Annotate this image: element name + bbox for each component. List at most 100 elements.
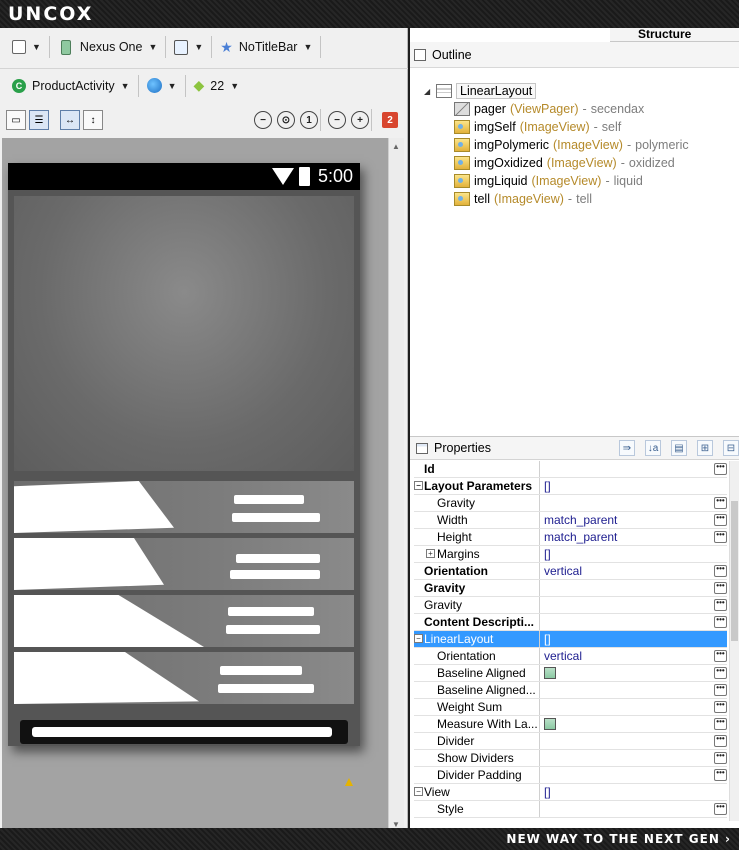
- property-row[interactable]: Divider •••: [414, 733, 727, 750]
- scroll-up-icon[interactable]: ▲: [392, 142, 400, 151]
- image-row-self[interactable]: [14, 481, 354, 533]
- image-row-liquid[interactable]: [14, 652, 354, 704]
- property-value-cell[interactable]: vertical •••: [540, 648, 727, 664]
- property-row[interactable]: Width match_parent •••: [414, 512, 727, 529]
- toggle-fill-height-button[interactable]: ↕: [83, 110, 103, 130]
- collapse-icon[interactable]: ◢: [424, 87, 432, 96]
- property-value-cell[interactable]: •••: [540, 665, 727, 681]
- image-row-oxidized[interactable]: [14, 595, 354, 647]
- layout-horizontal-button[interactable]: ▭: [6, 110, 26, 130]
- ellipsis-button[interactable]: •••: [714, 497, 727, 509]
- property-value-cell[interactable]: match_parent •••: [540, 512, 727, 528]
- property-value-cell[interactable]: []: [540, 478, 727, 494]
- ellipsis-button[interactable]: •••: [714, 514, 727, 526]
- ellipsis-button[interactable]: •••: [714, 718, 727, 730]
- show-advanced-icon[interactable]: ⇛: [619, 440, 635, 456]
- property-row[interactable]: Content Descripti... •••: [414, 614, 727, 631]
- tree-item[interactable]: imgOxidized (ImageView) - oxidized: [454, 154, 675, 172]
- property-row[interactable]: Baseline Aligned... •••: [414, 682, 727, 699]
- tree-item[interactable]: imgLiquid (ImageView) - liquid: [454, 172, 643, 190]
- zoom-real-size-icon[interactable]: ⊙: [277, 111, 295, 129]
- zoom-in-icon[interactable]: +: [351, 111, 369, 129]
- tree-item[interactable]: pager (ViewPager) - secendax: [454, 100, 644, 118]
- zoom-fit-icon[interactable]: −: [254, 111, 272, 129]
- property-value-cell[interactable]: •••: [540, 733, 727, 749]
- tree-item-root[interactable]: ◢ LinearLayout: [424, 82, 537, 100]
- image-row-polymeric[interactable]: [14, 538, 354, 590]
- collapse-all-icon[interactable]: ⊟: [723, 440, 739, 456]
- property-row[interactable]: Baseline Aligned •••: [414, 665, 727, 682]
- ellipsis-button[interactable]: •••: [714, 701, 727, 713]
- ellipsis-button[interactable]: •••: [714, 463, 727, 475]
- property-value-cell[interactable]: •••: [540, 767, 727, 783]
- expand-all-icon[interactable]: ⊞: [697, 440, 713, 456]
- collapse-icon[interactable]: −: [414, 481, 423, 490]
- toggle-fill-width-button[interactable]: ↔: [60, 110, 80, 130]
- sort-alphabetical-icon[interactable]: ↓a: [645, 440, 661, 456]
- zoom-100-icon[interactable]: 1: [300, 111, 318, 129]
- property-value-cell[interactable]: •••: [540, 614, 727, 630]
- collapse-icon[interactable]: −: [414, 634, 423, 643]
- ellipsis-button[interactable]: •••: [714, 803, 727, 815]
- property-value-cell[interactable]: •••: [540, 801, 727, 817]
- property-row[interactable]: Height match_parent •••: [414, 529, 727, 546]
- properties-scrollbar[interactable]: [729, 461, 739, 821]
- theme-dropdown[interactable]: ★ NoTitleBar ▼: [214, 34, 318, 60]
- ellipsis-button[interactable]: •••: [714, 650, 727, 662]
- property-value-cell[interactable]: •••: [540, 699, 727, 715]
- tree-item[interactable]: imgPolymeric (ImageView) - polymeric: [454, 136, 689, 154]
- property-value-cell[interactable]: []: [540, 546, 727, 562]
- ellipsis-button[interactable]: •••: [714, 616, 727, 628]
- structure-tab[interactable]: Structure: [610, 28, 739, 42]
- collapse-icon[interactable]: −: [414, 787, 423, 796]
- ellipsis-button[interactable]: •••: [714, 667, 727, 679]
- image-tell-preview[interactable]: [20, 720, 348, 744]
- expand-icon[interactable]: +: [426, 549, 435, 558]
- property-row[interactable]: Divider Padding •••: [414, 767, 727, 784]
- property-row[interactable]: Orientation vertical •••: [414, 648, 727, 665]
- ellipsis-button[interactable]: •••: [714, 735, 727, 747]
- orientation-dropdown[interactable]: ▼: [168, 34, 209, 60]
- property-value-cell[interactable]: []: [540, 631, 727, 647]
- api-level-dropdown[interactable]: ◆ 22 ▼: [188, 73, 246, 99]
- filter-icon[interactable]: ▤: [671, 440, 687, 456]
- property-row[interactable]: Style •••: [414, 801, 727, 818]
- device-dropdown[interactable]: Nexus One ▼: [52, 34, 163, 60]
- property-value-cell[interactable]: •••: [540, 461, 727, 477]
- property-value-cell[interactable]: •••: [540, 597, 727, 613]
- property-row[interactable]: + Margins []: [414, 546, 727, 563]
- property-value-cell[interactable]: •••: [540, 716, 727, 732]
- property-checkbox[interactable]: [544, 667, 556, 679]
- property-value-cell[interactable]: vertical •••: [540, 563, 727, 579]
- property-row[interactable]: − LinearLayout []: [414, 631, 727, 648]
- property-value-cell[interactable]: •••: [540, 682, 727, 698]
- ellipsis-button[interactable]: •••: [714, 684, 727, 696]
- property-value-cell[interactable]: []: [540, 784, 727, 800]
- ellipsis-button[interactable]: •••: [714, 752, 727, 764]
- layout-canvas[interactable]: 5:00: [2, 138, 388, 833]
- layout-vertical-button[interactable]: ☰: [29, 110, 49, 130]
- property-value-cell[interactable]: •••: [540, 750, 727, 766]
- property-row[interactable]: Gravity •••: [414, 495, 727, 512]
- ellipsis-button[interactable]: •••: [714, 582, 727, 594]
- viewpager-preview[interactable]: [14, 196, 354, 471]
- property-row[interactable]: Measure With La... •••: [414, 716, 727, 733]
- scroll-thumb[interactable]: [731, 501, 738, 641]
- property-value-cell[interactable]: •••: [540, 580, 727, 596]
- property-checkbox[interactable]: [544, 718, 556, 730]
- canvas-scrollbar[interactable]: ▲ ▼: [388, 138, 404, 833]
- tree-item[interactable]: tell (ImageView) - tell: [454, 190, 592, 208]
- ellipsis-button[interactable]: •••: [714, 599, 727, 611]
- property-row[interactable]: − Layout Parameters []: [414, 478, 727, 495]
- tree-item[interactable]: imgSelf (ImageView) - self: [454, 118, 621, 136]
- ellipsis-button[interactable]: •••: [714, 565, 727, 577]
- ellipsis-button[interactable]: •••: [714, 769, 727, 781]
- property-row[interactable]: Id •••: [414, 461, 727, 478]
- device-preview[interactable]: 5:00: [8, 163, 360, 786]
- property-row[interactable]: Gravity •••: [414, 580, 727, 597]
- property-row[interactable]: Orientation vertical •••: [414, 563, 727, 580]
- property-value-cell[interactable]: match_parent •••: [540, 529, 727, 545]
- property-row[interactable]: Gravity •••: [414, 597, 727, 614]
- locale-dropdown[interactable]: ▼: [141, 73, 183, 99]
- error-count-badge[interactable]: 2: [382, 112, 398, 128]
